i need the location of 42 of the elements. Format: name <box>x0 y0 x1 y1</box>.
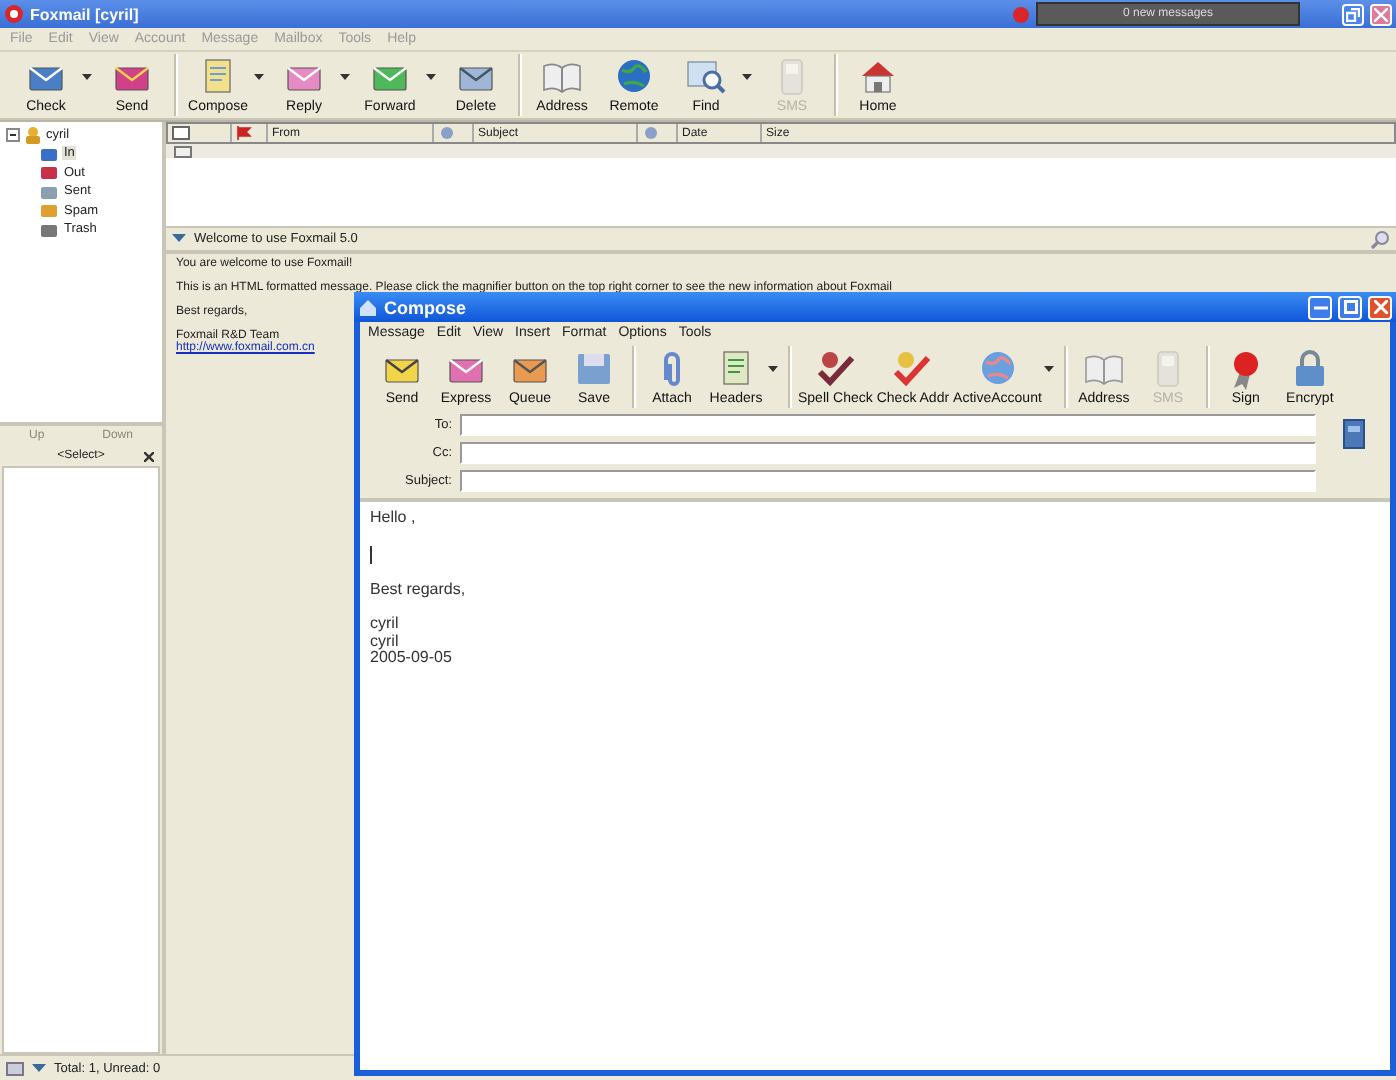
input-field[interactable] <box>460 414 1316 436</box>
app-logo-icon <box>1012 5 1030 23</box>
input-field[interactable] <box>460 442 1316 464</box>
window-title: Compose <box>384 297 469 317</box>
body-text: Hello , <box>370 510 418 527</box>
caret-icon <box>340 74 350 82</box>
restore-button[interactable] <box>1342 3 1364 25</box>
close-icon <box>144 452 154 462</box>
window-icon <box>358 297 378 317</box>
body-text: cyril <box>370 616 401 633</box>
app-logo-icon <box>4 4 24 24</box>
body-text: 2005-09-05 <box>370 650 454 667</box>
checkmark-icon <box>813 348 858 390</box>
minimize-icon <box>1313 305 1327 309</box>
caret-icon <box>1043 366 1054 374</box>
account-icon <box>24 126 42 144</box>
body-text: cyril <box>370 633 401 650</box>
close-icon <box>1374 7 1388 21</box>
input-field[interactable] <box>460 470 1316 492</box>
caret-icon <box>254 74 264 82</box>
close-button[interactable] <box>1370 3 1392 25</box>
caret-icon <box>742 74 752 82</box>
body-text: Best regards, <box>370 581 468 598</box>
close-button[interactable] <box>1368 295 1392 319</box>
maximize-button[interactable] <box>1338 295 1362 319</box>
caret-icon <box>82 74 92 82</box>
address-card-icon <box>1341 418 1365 450</box>
globe-icon <box>612 56 656 98</box>
restore-icon <box>1346 7 1360 21</box>
magnifier-icon <box>1370 229 1390 249</box>
window-title: Foxmail [cyril] <box>30 5 141 23</box>
text-cursor <box>370 545 372 563</box>
checkmark-icon <box>890 348 935 390</box>
chevron-icon <box>172 234 186 244</box>
flag-icon <box>236 126 254 140</box>
chevron-icon <box>32 1063 46 1073</box>
maximize-icon <box>1343 300 1357 314</box>
close-icon <box>1373 300 1387 314</box>
caret-icon <box>426 74 436 82</box>
caret-icon <box>768 366 778 374</box>
minimize-button[interactable] <box>1308 295 1332 319</box>
search-icon <box>684 56 728 98</box>
